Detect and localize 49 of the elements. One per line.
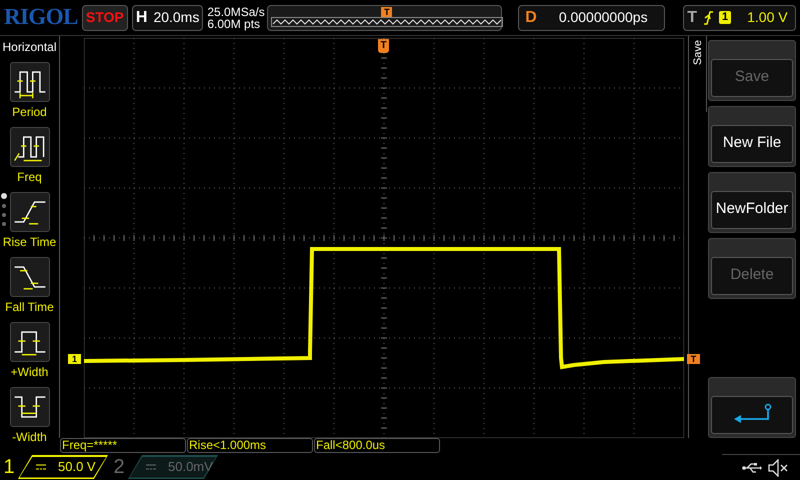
channel-number: 1 [2, 455, 16, 480]
trigger-box[interactable]: T 1 1.00 V [683, 4, 796, 30]
trigger-label: T [687, 8, 697, 28]
brand-logo: RIGOL [4, 3, 78, 32]
delay-label: D [525, 8, 537, 28]
channel-scale: 50.0mV [168, 458, 213, 476]
timebase-box[interactable]: H 20.0ms [132, 4, 204, 30]
run-status[interactable]: STOP [82, 4, 128, 30]
trigger-position-marker: T [381, 6, 392, 16]
measurement-readout: Fall<800.0us [314, 438, 440, 453]
rising-edge-icon [703, 10, 713, 24]
measure-label: -Width [12, 429, 47, 446]
usb-icon [742, 462, 762, 472]
measure-label: Freq [17, 169, 42, 186]
trigger-position-marker: T [378, 39, 389, 53]
channel-number: 2 [112, 455, 126, 480]
trigger-source: 1 [719, 11, 732, 24]
measure-button[interactable] [10, 322, 50, 362]
measure-button[interactable] [10, 192, 50, 232]
softkey-button[interactable]: NewFolder [708, 172, 796, 233]
waveform-thumbnail-icon [271, 16, 504, 26]
delay-value: 0.00000000ps [558, 8, 648, 27]
measure-button[interactable] [10, 127, 50, 167]
measure-label: Fall Time [5, 299, 54, 316]
measurement-readout: Rise<1.000ms [187, 438, 313, 453]
timebase-label: H [136, 8, 148, 28]
trigger-level-marker: T [687, 354, 700, 364]
dc-coupling-icon [36, 463, 46, 471]
memory-depth: 6.00M pts [207, 18, 262, 30]
back-button[interactable] [708, 377, 796, 438]
channel-tab[interactable]: 50.0 V [18, 455, 108, 479]
sample-rate: 25.0MSa/s [207, 6, 264, 18]
measure-button[interactable] [10, 387, 50, 427]
timebase-value: 20.0ms [153, 8, 200, 27]
menu-title: Horizontal [2, 39, 57, 56]
measure-button[interactable] [10, 62, 50, 102]
measure-label: +Width [10, 364, 48, 381]
measurement-readout: Freq=***** [60, 438, 186, 453]
measure-label: Period [12, 104, 47, 121]
dc-coupling-icon [146, 463, 156, 471]
mute-icon [768, 458, 788, 476]
softkey-button[interactable]: New File [708, 106, 796, 167]
measure-button[interactable] [10, 257, 50, 297]
channel-marker: 1 [68, 354, 81, 364]
measure-label: Rise Time [2, 234, 56, 251]
menu-tab-label: Save [690, 40, 704, 66]
delay-box[interactable]: D 0.00000000ps [518, 4, 666, 30]
channel-scale: 50.0 V [58, 458, 96, 476]
trigger-level: 1.00 V [747, 8, 788, 27]
